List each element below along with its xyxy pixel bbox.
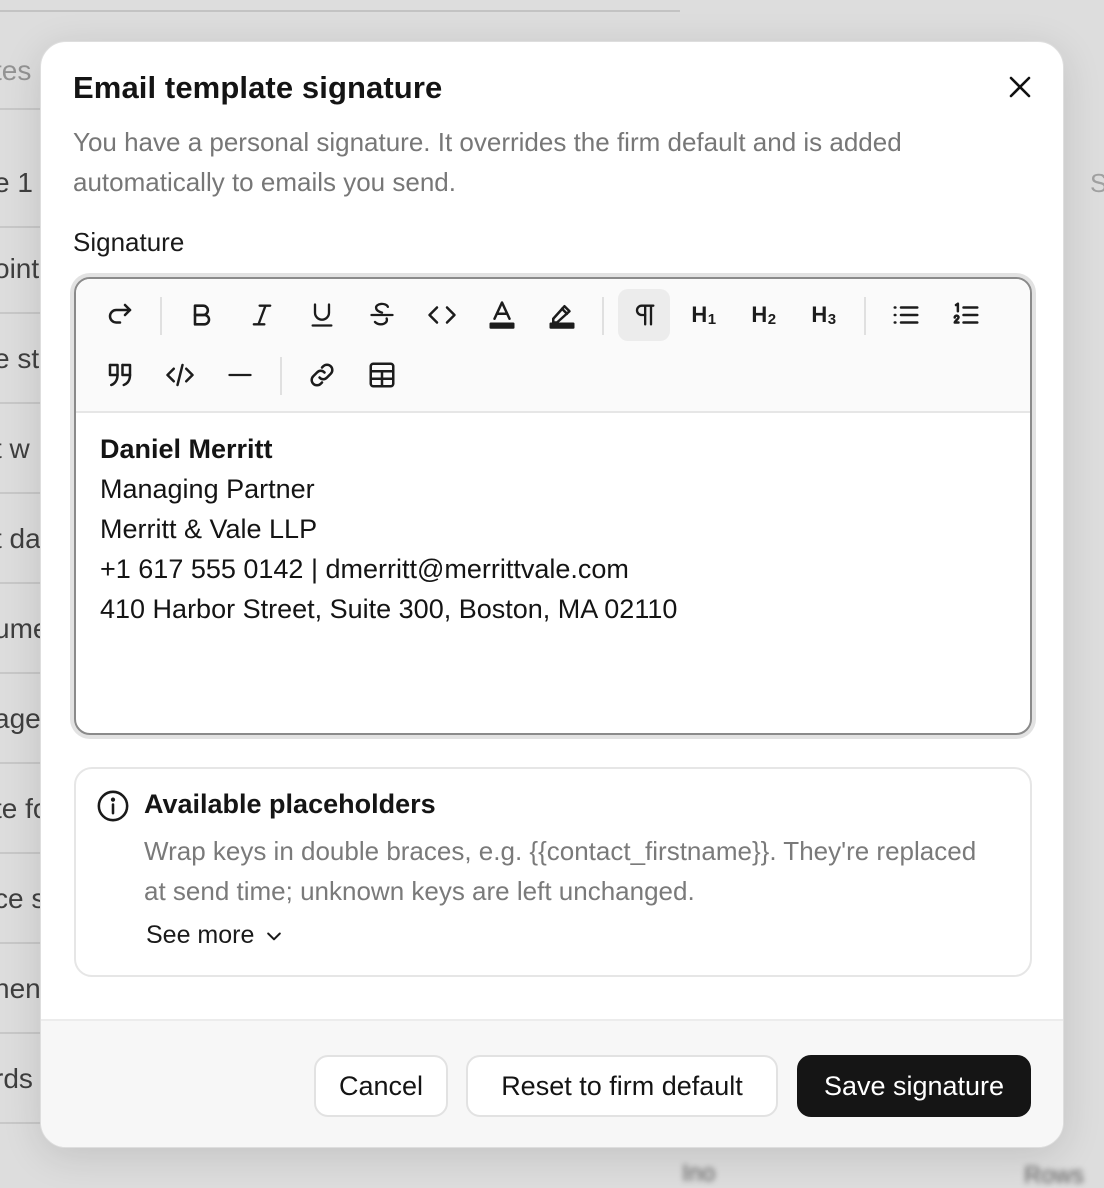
bold-icon — [193, 304, 211, 326]
dialog-description: You have a personal signature. It overri… — [73, 127, 902, 197]
quote-icon — [108, 363, 132, 387]
toolbar-divider — [602, 297, 604, 335]
dialog-footer: Cancel Reset to firm default Save signat… — [41, 1019, 1063, 1147]
heading-2-icon: H2 — [751, 302, 777, 328]
signature-firm: Merritt & Vale LLP — [100, 514, 318, 544]
signature-role: Managing Partner — [100, 474, 315, 504]
horizontal-rule-button[interactable] — [214, 349, 266, 401]
heading-1-button[interactable]: H1 — [678, 289, 730, 341]
highlighter-icon — [549, 305, 575, 329]
table-button[interactable] — [356, 349, 408, 401]
link-icon — [310, 363, 334, 387]
link-button[interactable] — [296, 349, 348, 401]
signature-dialog: Email template signature You have a pers… — [40, 41, 1064, 1148]
code-icon — [428, 306, 456, 324]
signature-label: Signature — [73, 227, 185, 257]
redo-button[interactable] — [94, 289, 146, 341]
placeholders-title: Available placeholders — [144, 789, 436, 819]
dialog-title: Email template signature — [73, 70, 443, 105]
close-icon — [1009, 76, 1031, 98]
editor-toolbar: H1 H2 H3 — [76, 279, 1030, 413]
chevron-down-icon — [267, 932, 282, 940]
toolbar-divider — [160, 297, 162, 335]
numbered-list-icon — [953, 302, 979, 324]
underline-button[interactable] — [296, 289, 348, 341]
paragraph-button[interactable] — [618, 289, 670, 341]
heading-3-icon: H3 — [811, 302, 837, 328]
signature-editor: H1 H2 H3 Daniel Merritt Managing Partner… — [74, 277, 1032, 735]
text-color-icon — [489, 301, 515, 329]
cancel-button[interactable]: Cancel — [314, 1055, 448, 1117]
horizontal-rule-icon — [228, 373, 252, 377]
toolbar-divider — [864, 297, 866, 335]
close-button[interactable] — [1003, 70, 1037, 104]
code-block-icon — [166, 363, 194, 387]
see-more-label: See more — [146, 921, 255, 949]
heading-3-button[interactable]: H3 — [798, 289, 850, 341]
italic-button[interactable] — [236, 289, 288, 341]
signature-name: Daniel Merritt — [100, 434, 273, 464]
pilcrow-icon — [635, 304, 655, 326]
redo-icon — [108, 303, 132, 324]
code-block-button[interactable] — [154, 349, 206, 401]
placeholders-panel: Available placeholders Wrap keys in doub… — [74, 767, 1032, 977]
signature-address: 410 Harbor Street, Suite 300, Boston, MA… — [100, 594, 678, 624]
save-signature-button[interactable]: Save signature — [797, 1055, 1031, 1117]
reset-to-firm-default-button[interactable]: Reset to firm default — [466, 1055, 778, 1117]
blockquote-button[interactable] — [94, 349, 146, 401]
toolbar-divider — [280, 357, 282, 395]
strikethrough-button[interactable] — [356, 289, 408, 341]
signature-content[interactable]: Daniel Merritt Managing Partner Merritt … — [100, 429, 1000, 629]
text-color-button[interactable] — [476, 289, 528, 341]
strikethrough-icon — [370, 302, 394, 326]
heading-2-button[interactable]: H2 — [738, 289, 790, 341]
inline-code-button[interactable] — [416, 289, 468, 341]
see-more-toggle[interactable]: See more — [146, 921, 284, 950]
underline-icon — [311, 303, 333, 327]
bullet-list-icon — [893, 306, 919, 324]
italic-icon — [252, 304, 272, 326]
heading-1-icon: H1 — [691, 302, 717, 328]
bold-button[interactable] — [176, 289, 228, 341]
bullet-list-button[interactable] — [880, 289, 932, 341]
highlight-button[interactable] — [536, 289, 588, 341]
signature-contact: +1 617 555 0142 | dmerritt@merrittvale.c… — [100, 554, 629, 584]
info-icon — [97, 790, 129, 822]
table-icon — [369, 362, 395, 388]
ordered-list-button[interactable] — [940, 289, 992, 341]
placeholders-description: Wrap keys in double braces, e.g. {{conta… — [144, 836, 977, 906]
